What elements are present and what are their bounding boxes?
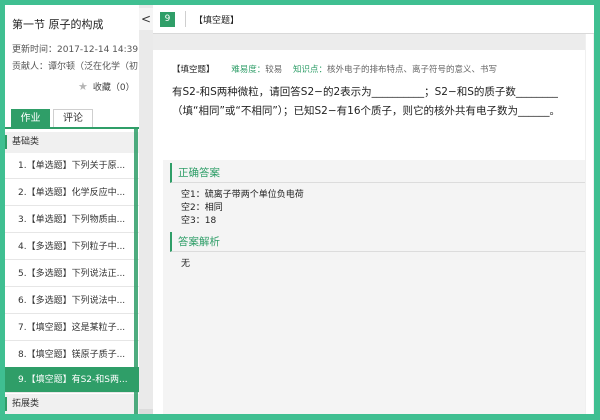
app-window: 第一节 原子的构成 更新时间：2017-12-14 14:39 贡献人：谭尔顿（… [5,5,594,414]
answer-panel: 正确答案 空1：硫离子带两个单位负电荷 空2：相同 空3：18 答案解析 无 [163,160,594,414]
left-scrollbar[interactable] [134,129,138,414]
header-divider [185,11,186,27]
list-item-active[interactable]: 9.【填空题】有S2-和S两... [5,367,139,393]
question-info: 【填空题】 难易度：较易 知识点：核外电子的排布特点、离子符号的意义、书写 [172,63,505,75]
header-band [153,34,594,50]
tab-homework[interactable]: 作业 [11,109,50,127]
updated-time: 更新时间：2017-12-14 14:39 [12,45,139,55]
analysis-text: 无 [181,259,191,269]
favorite-label: 收藏（0） [92,83,135,93]
section-extension[interactable]: 拓展类 [5,394,139,414]
lesson-title: 第一节 原子的构成 [12,18,104,31]
right-scrollbar[interactable] [585,34,594,414]
chevron-left-icon[interactable]: < [139,8,153,30]
answer-line: 空3：18 [181,216,217,226]
list-item[interactable]: 6.【多选题】下列说法中... [5,288,139,314]
question-header: 9 【填空题】 [153,5,594,34]
tab-comments[interactable]: 评论 [53,109,93,127]
contributor: 贡献人：谭尔顿（泛在化学（初 [12,62,139,72]
knowledge-key: 知识点： [292,65,327,75]
left-panel: 第一节 原子的构成 更新时间：2017-12-14 14:39 贡献人：谭尔顿（… [5,5,139,414]
difficulty-value: 较易 [265,65,283,75]
answer-line: 空2：相同 [181,203,223,213]
question-number-badge: 9 [160,12,175,27]
list-item[interactable]: 4.【多选题】下列粒子中... [5,234,139,260]
star-icon: ★ [78,80,88,93]
question-text: 有S2-和S两种微粒，请回答S2−的2表示为__________；S2−和S的质… [172,86,561,117]
list-item[interactable]: 2.【单选题】化学反应中... [5,180,139,206]
analysis-heading: 答案解析 [170,232,594,252]
list-item[interactable]: 1.【单选题】下列关于原... [5,153,139,179]
divider-foot [139,409,153,414]
question-tag: 【填空题】 [172,65,215,75]
list-item[interactable]: 8.【填空题】镁原子质子... [5,342,139,368]
favorite-button[interactable]: ★ 收藏（0） [78,80,135,93]
section-basic[interactable]: 基础类 [5,132,139,153]
correct-answer-heading: 正确答案 [170,163,594,183]
knowledge-value: 核外电子的排布特点、离子符号的意义、书写 [326,65,497,75]
tab-bar: 作业 评论 [5,109,139,129]
list-item[interactable]: 3.【单选题】下列物质由... [5,207,139,233]
scroll-thumb[interactable] [586,34,593,414]
difficulty-key: 难易度： [231,65,266,75]
answer-line: 空1：硫离子带两个单位负电荷 [181,190,304,200]
list-item[interactable]: 7.【填空题】这是某粒子... [5,315,139,341]
panel-divider[interactable] [139,5,153,414]
question-list: 基础类 1.【单选题】下列关于原... 2.【单选题】化学反应中... 3.【单… [5,129,139,414]
question-detail: 9 【填空题】 【填空题】 难易度：较易 知识点：核外电子的排布特点、离子符号的… [153,5,594,414]
list-item[interactable]: 5.【多选题】下列说法正... [5,261,139,287]
question-type-label: 【填空题】 [194,16,240,26]
